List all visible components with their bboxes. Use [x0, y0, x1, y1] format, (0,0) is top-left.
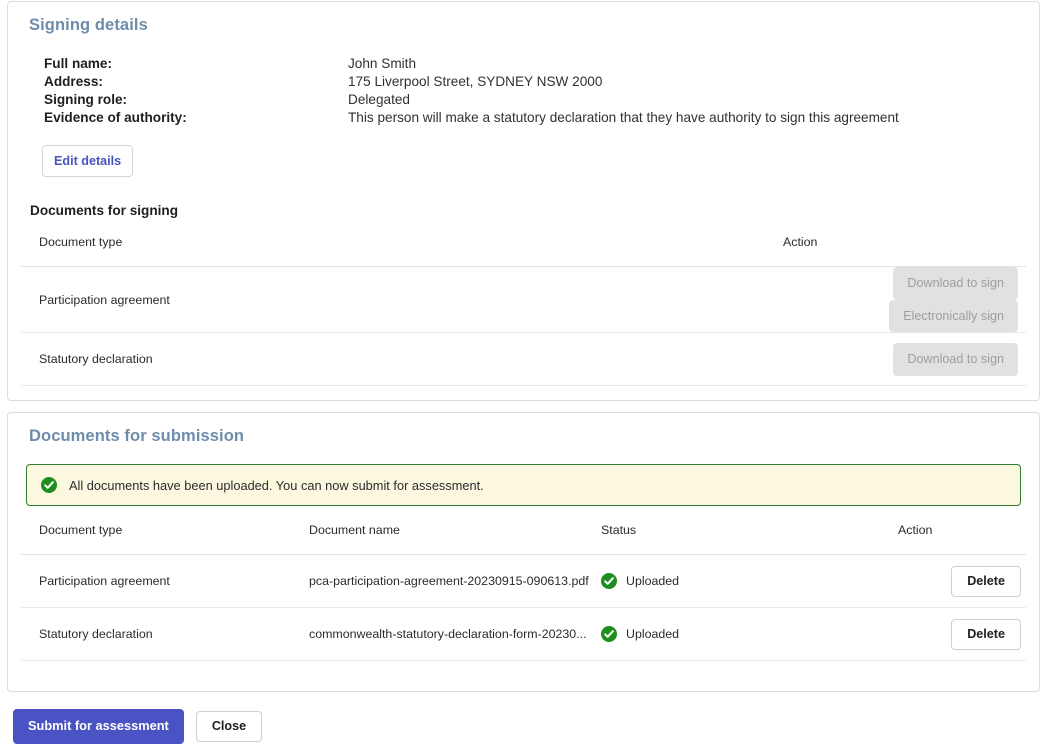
detail-value: This person will make a statutory declar…	[348, 109, 899, 127]
cell-document-name: commonwealth-statutory-declaration-form-…	[309, 608, 601, 661]
check-circle-icon	[601, 573, 617, 589]
column-header-action: Action	[898, 523, 1026, 555]
footer-actions: Submit for assessment Close	[13, 709, 1047, 744]
table-row: Statutory declaration commonwealth-statu…	[21, 608, 1026, 661]
documents-for-signing-table: Document type Action Participation agree…	[21, 235, 1026, 386]
alert-message: All documents have been uploaded. You ca…	[69, 478, 484, 493]
delete-button[interactable]: Delete	[951, 619, 1021, 650]
check-circle-icon	[601, 626, 617, 642]
table-header-row: Document type Action	[21, 235, 1026, 267]
cell-document-type: Statutory declaration	[21, 608, 309, 661]
close-button[interactable]: Close	[196, 711, 262, 742]
status-label: Uploaded	[626, 574, 679, 588]
cell-document-type: Statutory declaration	[21, 333, 783, 386]
download-to-sign-button[interactable]: Download to sign	[893, 343, 1018, 376]
cell-action: Download to sign	[783, 333, 1026, 386]
edit-details-button[interactable]: Edit details	[42, 145, 133, 178]
submit-for-assessment-button[interactable]: Submit for assessment	[13, 709, 184, 744]
status-label: Uploaded	[626, 627, 679, 641]
cell-document-type: Participation agreement	[21, 267, 783, 333]
page-title: Signing details	[29, 16, 1026, 35]
detail-value: Delegated	[348, 91, 410, 109]
column-header-document-type: Document type	[21, 523, 309, 555]
column-header-status: Status	[601, 523, 898, 555]
detail-label: Full name:	[44, 55, 348, 73]
detail-value: John Smith	[348, 55, 416, 73]
detail-label: Signing role:	[44, 91, 348, 109]
detail-row-evidence-of-authority: Evidence of authority: This person will …	[44, 109, 1026, 127]
check-circle-icon	[41, 477, 57, 493]
signing-details-list: Full name: John Smith Address: 175 Liver…	[21, 55, 1026, 127]
edit-details-wrap: Edit details	[42, 145, 1026, 178]
cell-status: Uploaded	[601, 608, 898, 661]
cell-action: Delete	[898, 555, 1026, 608]
signing-details-card: Signing details Full name: John Smith Ad…	[7, 1, 1040, 401]
upload-success-alert: All documents have been uploaded. You ca…	[26, 464, 1021, 506]
column-header-document-name: Document name	[309, 523, 601, 555]
download-to-sign-button[interactable]: Download to sign	[893, 267, 1018, 300]
documents-for-submission-title: Documents for submission	[29, 427, 1026, 446]
documents-for-submission-table: Document type Document name Status Actio…	[21, 523, 1026, 661]
detail-label: Evidence of authority:	[44, 109, 348, 127]
table-row: Statutory declaration Download to sign	[21, 333, 1026, 386]
signing-page: Signing details Full name: John Smith Ad…	[0, 1, 1047, 744]
status-badge: Uploaded	[601, 573, 898, 589]
cell-document-name: pca-participation-agreement-20230915-090…	[309, 555, 601, 608]
column-header-action: Action	[783, 235, 1026, 267]
detail-row-full-name: Full name: John Smith	[44, 55, 1026, 73]
column-header-document-type: Document type	[21, 235, 783, 267]
documents-for-submission-card: Documents for submission All documents h…	[7, 412, 1040, 692]
cell-status: Uploaded	[601, 555, 898, 608]
status-badge: Uploaded	[601, 626, 898, 642]
cell-action: Download to sign Electronically sign	[783, 267, 1026, 333]
detail-label: Address:	[44, 73, 348, 91]
delete-button[interactable]: Delete	[951, 566, 1021, 597]
documents-for-signing-heading: Documents for signing	[30, 203, 1026, 218]
electronically-sign-button[interactable]: Electronically sign	[889, 300, 1018, 333]
cell-action: Delete	[898, 608, 1026, 661]
detail-row-address: Address: 175 Liverpool Street, SYDNEY NS…	[44, 73, 1026, 91]
table-header-row: Document type Document name Status Actio…	[21, 523, 1026, 555]
table-row: Participation agreement Download to sign…	[21, 267, 1026, 333]
table-row: Participation agreement pca-participatio…	[21, 555, 1026, 608]
detail-value: 175 Liverpool Street, SYDNEY NSW 2000	[348, 73, 602, 91]
detail-row-signing-role: Signing role: Delegated	[44, 91, 1026, 109]
cell-document-type: Participation agreement	[21, 555, 309, 608]
